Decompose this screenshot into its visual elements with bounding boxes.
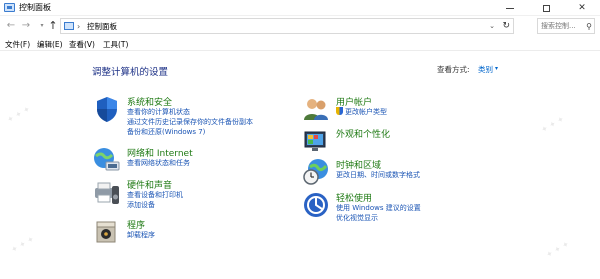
back-button[interactable]: ← <box>4 19 18 33</box>
menu-tools[interactable]: 工具(T) <box>103 39 128 50</box>
link-devices-printers[interactable]: 查看设备和打印机 <box>127 190 183 200</box>
ease-of-access-icon[interactable] <box>302 191 330 219</box>
address-bar[interactable]: › 控制面板 ⌄ ↻ <box>60 18 514 34</box>
menu-file[interactable]: 文件(F) <box>5 39 30 50</box>
view-by-caret-icon[interactable]: ▾ <box>495 65 498 72</box>
page-title: 调整计算机的设置 <box>92 67 169 78</box>
maximize-button[interactable] <box>531 0 561 16</box>
view-by-dropdown[interactable]: 类别 <box>478 64 493 75</box>
link-optimize-visual-display[interactable]: 优化视觉显示 <box>336 213 378 223</box>
up-button[interactable]: ↑ <box>46 19 60 33</box>
search-input[interactable]: 搜索控制... ⚲ <box>537 18 595 34</box>
control-panel-icon <box>4 3 15 12</box>
breadcrumb-control-panel[interactable]: 控制面板 <box>87 20 117 33</box>
watermark: ✦ ✦ ✦ <box>544 239 571 260</box>
link-backup-restore[interactable]: 备份和还原(Windows 7) <box>127 127 205 137</box>
monitor-palette-icon[interactable] <box>302 127 330 155</box>
control-panel-location-icon <box>64 22 74 30</box>
close-icon: ✕ <box>578 3 586 13</box>
watermark: ✦ ✦ ✦ <box>9 234 36 255</box>
link-view-computer-status[interactable]: 查看你的计算机状态 <box>127 107 190 117</box>
link-change-account-type-label: 更改帐户类型 <box>345 108 387 116</box>
menu-edit[interactable]: 编辑(E) <box>37 39 63 50</box>
search-placeholder: 搜索控制... <box>541 22 576 30</box>
watermark: ✦ ✦ ✦ <box>5 104 32 125</box>
close-button[interactable]: ✕ <box>567 0 597 16</box>
view-by-label: 查看方式: <box>437 65 470 74</box>
link-uninstall-program[interactable]: 卸载程序 <box>127 230 155 240</box>
refresh-icon[interactable]: ↻ <box>502 20 510 33</box>
users-icon[interactable] <box>302 95 330 123</box>
forward-button[interactable]: → <box>19 19 33 33</box>
breadcrumb-separator[interactable]: › <box>77 20 80 33</box>
address-dropdown-icon[interactable]: ⌄ <box>489 20 495 33</box>
network-globe-icon[interactable] <box>93 146 121 174</box>
minimize-button[interactable] <box>495 0 525 16</box>
link-add-device[interactable]: 添加设备 <box>127 200 155 210</box>
search-icon[interactable]: ⚲ <box>586 20 592 33</box>
menu-bar: 文件(F) 编辑(E) 查看(V) 工具(T) <box>0 38 600 51</box>
link-change-account-type[interactable]: 更改帐户类型 <box>336 107 387 117</box>
minimize-icon <box>506 7 514 9</box>
window-title: 控制面板 <box>19 3 51 12</box>
link-network-status[interactable]: 查看网络状态和任务 <box>127 158 190 168</box>
heading-appearance[interactable]: 外观和个性化 <box>336 127 390 140</box>
link-windows-suggested-settings[interactable]: 使用 Windows 建议的设置 <box>336 203 421 213</box>
shield-icon[interactable] <box>93 95 121 123</box>
programs-box-icon[interactable] <box>93 218 121 246</box>
menu-view[interactable]: 查看(V) <box>69 39 95 50</box>
link-file-history-backup[interactable]: 通过文件历史记录保存你的文件备份副本 <box>127 117 253 127</box>
uac-shield-icon <box>336 107 343 115</box>
printer-speaker-icon[interactable] <box>93 178 121 206</box>
watermark: ✦ ✦ ✦ <box>539 114 566 135</box>
navigation-bar: ← → ▾ ↑ › 控制面板 ⌄ ↻ 搜索控制... ⚲ <box>0 16 600 36</box>
title-bar: 控制面板 ✕ <box>0 0 600 16</box>
clock-globe-icon[interactable] <box>302 158 330 186</box>
link-date-time-format[interactable]: 更改日期、时间或数字格式 <box>336 170 420 180</box>
maximize-icon <box>542 4 550 12</box>
